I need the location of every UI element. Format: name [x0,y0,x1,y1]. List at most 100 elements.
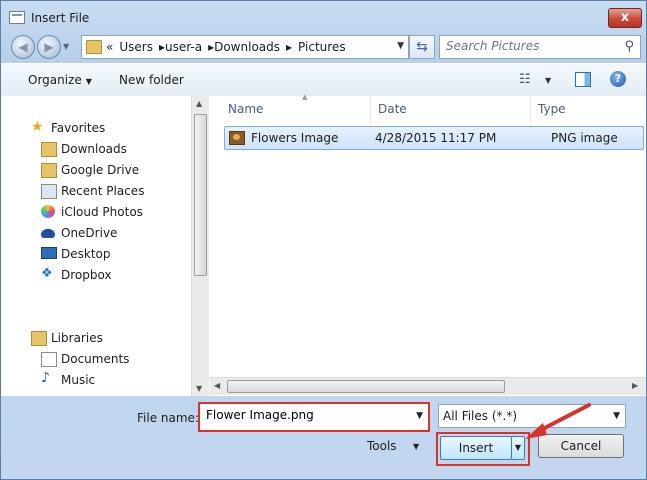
sidebar-item-label: Recent Places [61,184,145,198]
search-box[interactable]: ⚲ [439,35,641,59]
search-icon: ⚲ [624,39,634,54]
insert-button-highlight: Insert ▼ [436,432,530,466]
chevron-down-icon[interactable]: ▼ [413,442,419,451]
file-row[interactable]: Flowers Image 4/28/2015 11:17 PM PNG ima… [224,126,644,150]
chevron-down-icon: ▼ [545,76,552,85]
breadcrumb-separator[interactable]: ▸ [286,40,292,54]
organize-label: Organize [28,73,82,87]
new-folder-button[interactable]: New folder [119,73,184,87]
breadcrumb-overflow[interactable]: « [106,40,113,54]
navigation-pane: ★ Favorites Downloads Google Drive Recen… [1,96,191,396]
music-icon: ♪ [41,370,50,386]
file-name-cell: Flowers Image [251,131,339,145]
desktop-icon [41,247,57,259]
sidebar-item-label: Documents [61,352,130,366]
forward-arrow-icon: ▶ [44,40,54,54]
file-list-scrollbar[interactable]: ◀ ▶ [210,377,646,395]
star-icon: ★ [31,119,44,135]
view-list-icon: ☷ [519,72,531,87]
sidebar-item-icloud-photos[interactable]: iCloud Photos [1,202,191,222]
sidebar-item-google-drive[interactable]: Google Drive [1,160,191,180]
close-button[interactable]: x [608,8,642,28]
breadcrumb: « Users ▸user-a ▸Downloads ▸ Pictures [106,40,352,54]
chevron-down-icon[interactable]: ▼ [416,411,423,421]
column-label: Name [228,102,264,116]
sidebar-item-label: Downloads [61,142,127,156]
navigation-bar: ◀ ▶ ▼ « Users ▸user-a ▸Downloads ▸ Pictures ▼… [1,33,646,61]
forward-button[interactable]: ▶ [37,35,61,59]
sidebar-favorites-header[interactable]: ★ Favorites [1,118,191,138]
search-input[interactable] [440,36,622,56]
sidebar-item-music[interactable]: ♪ Music [1,370,191,390]
recent-places-icon [41,184,57,199]
scroll-right-icon[interactable]: ▶ [632,381,638,390]
sidebar-item-label: Desktop [61,247,111,261]
sidebar-item-label: Music [61,373,96,387]
scroll-down-icon[interactable]: ▼ [196,384,202,393]
chevron-down-icon: ▼ [397,41,404,51]
file-name-label: File name: [137,411,199,425]
sidebar-item-downloads[interactable]: Downloads [1,139,191,159]
back-button[interactable]: ◀ [11,35,35,59]
refresh-button[interactable]: ⇆ [409,35,435,59]
file-date-cell: 4/28/2015 11:17 PM [375,131,497,145]
dialog-title: Insert File [31,11,90,25]
column-label: Type [538,102,566,116]
insert-button[interactable]: Insert [440,436,512,460]
sidebar-item-documents[interactable]: Documents [1,349,191,369]
breadcrumb-users[interactable]: Users [119,40,153,54]
file-name-combobox[interactable]: ▼ [198,402,430,432]
chevron-down-icon: ▼ [514,443,522,452]
chevron-down-icon: ▼ [63,42,70,51]
recent-locations-dropdown[interactable]: ▼ [63,42,69,51]
back-arrow-icon: ◀ [18,40,28,54]
tools-button[interactable]: Tools [367,439,397,453]
refresh-icon: ⇆ [416,39,428,55]
sort-ascending-icon: ▲ [302,93,308,101]
column-header-date[interactable]: Date [370,96,531,122]
downloads-folder-icon [41,142,57,157]
dialog-icon [9,11,25,24]
change-view-button[interactable]: ☷ [519,72,531,87]
title-bar: Insert File x [1,1,646,35]
chevron-down-icon: ▼ [613,411,620,421]
breadcrumb-downloads[interactable]: ▸Downloads [208,40,280,54]
column-header-type[interactable]: Type [530,96,646,122]
folder-icon [86,40,102,54]
scroll-up-icon[interactable]: ▲ [196,99,202,108]
onedrive-icon [41,229,55,238]
address-bar[interactable]: « Users ▸user-a ▸Downloads ▸ Pictures ▼ [81,35,409,59]
sidebar-item-dropbox[interactable]: ❖ Dropbox [1,265,191,285]
sidebar-item-recent-places[interactable]: Recent Places [1,181,191,201]
sidebar-item-desktop[interactable]: Desktop [1,244,191,264]
scroll-thumb[interactable] [227,380,505,393]
sidebar-item-label: iCloud Photos [61,205,143,219]
google-drive-icon [41,163,57,178]
scroll-left-icon[interactable]: ◀ [214,381,220,390]
documents-icon [41,352,57,367]
sidebar-libraries-header[interactable]: Libraries [1,328,191,348]
sidebar-item-label: Dropbox [61,268,112,282]
libraries-icon [31,331,47,346]
sidebar-item-onedrive[interactable]: OneDrive [1,223,191,243]
chevron-down-icon: ▼ [85,77,92,86]
libraries-label: Libraries [51,331,103,345]
sidebar-item-label: OneDrive [61,226,118,240]
view-options-dropdown[interactable]: ▼ [545,76,551,85]
insert-file-dialog: Insert File x ◀ ▶ ▼ «Users ▸user-a ▸Downlo… [0,0,647,480]
preview-pane-button[interactable] [575,72,591,87]
scroll-thumb[interactable] [194,114,207,276]
file-name-input[interactable] [200,404,406,426]
address-dropdown[interactable]: ▼ [397,41,404,51]
command-toolbar: Organize ▼ New folder ☷ ▼ ? [1,63,646,97]
favorites-label: Favorites [51,121,106,135]
help-button[interactable]: ? [610,71,626,87]
breadcrumb-pictures[interactable]: Pictures [298,40,346,54]
breadcrumb-user-a[interactable]: ▸user-a [159,40,202,54]
organize-button[interactable]: Organize ▼ [28,73,92,87]
column-header-name[interactable]: Name ▲ [220,93,371,122]
sidebar-item-label: Google Drive [61,163,140,177]
icloud-photos-icon [41,205,55,218]
png-image-icon [229,131,245,145]
navigation-scrollbar[interactable]: ▲ ▼ [191,96,209,396]
